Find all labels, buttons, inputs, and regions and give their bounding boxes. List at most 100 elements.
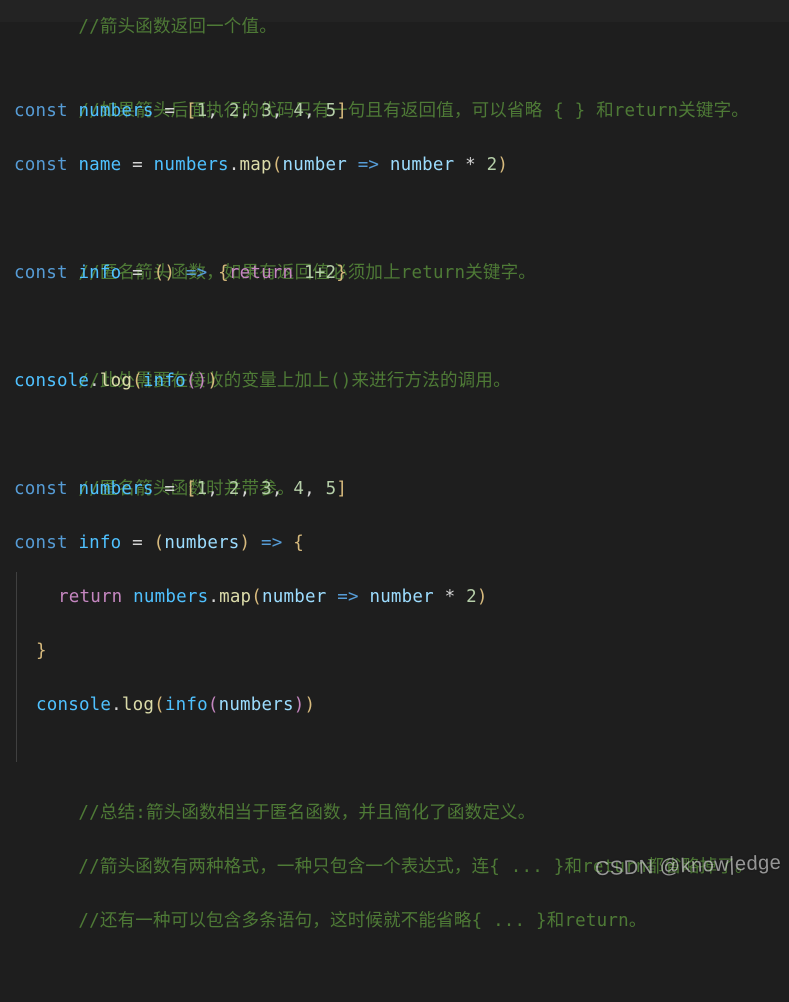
brace-open: {	[293, 533, 305, 553]
identifier-info: info	[78, 263, 122, 283]
comma: ,	[271, 101, 283, 121]
code-line[interactable]: }	[0, 624, 789, 678]
number-literal: 5	[325, 101, 337, 121]
param-number: number	[282, 155, 347, 175]
number-literal: 4	[293, 101, 305, 121]
number-literal: 2	[228, 479, 240, 499]
brace-open: {	[218, 263, 229, 283]
keyword-const: const	[14, 533, 68, 553]
identifier-numbers: numbers	[78, 101, 154, 121]
expression-literal: 1+2	[304, 263, 337, 283]
code-line[interactable]: //箭头函数有两种格式，一种只包含一个表达式，连{ ... }和return都省…	[0, 786, 789, 877]
method-map: map	[239, 155, 272, 175]
comma: ,	[207, 101, 219, 121]
operator-assign: =	[132, 533, 143, 553]
code-line[interactable]: console.log(info(numbers))	[0, 678, 789, 732]
empty-parens: ()	[185, 371, 208, 391]
number-literal: 2	[228, 101, 240, 121]
paren-open: (	[271, 155, 283, 175]
paren-close: )	[476, 587, 488, 607]
keyword-const: const	[14, 101, 68, 121]
number-literal: 3	[261, 479, 272, 499]
param-number: number	[369, 587, 434, 607]
empty-parens: ()	[153, 263, 176, 283]
arrow-token: =>	[357, 155, 380, 175]
code-line[interactable]: //还有一种可以包含多条语句，这时候就不能省略{ ... }和return。	[0, 840, 789, 931]
paren-close-inner: )	[293, 695, 305, 715]
number-literal: 2	[466, 587, 477, 607]
operator-assign: =	[132, 155, 143, 175]
brace-close: }	[336, 263, 347, 283]
comma: ,	[271, 479, 283, 499]
arrow-token: =>	[337, 587, 359, 607]
code-line[interactable]: const info = (numbers) => {	[0, 516, 789, 570]
paren-open: (	[251, 587, 263, 607]
code-content[interactable]: //箭头函数返回一个值。 //如果箭头后面执行的代码只有一句且有返回值，可以省略…	[0, 0, 789, 931]
code-line[interactable]: //匿名箭头函数时并带参。	[0, 408, 789, 499]
comma: ,	[239, 101, 251, 121]
param-number: number	[389, 155, 455, 175]
identifier-info: info	[142, 371, 186, 391]
bracket-close: ]	[336, 101, 348, 121]
number-literal: 5	[325, 479, 337, 499]
method-map: map	[219, 587, 252, 607]
keyword-return: return	[58, 587, 123, 607]
operator-assign: =	[132, 263, 143, 283]
paren-close: )	[497, 155, 509, 175]
bracket-open: [	[185, 101, 197, 121]
param-numbers: numbers	[164, 533, 240, 553]
code-line[interactable]: //总结:箭头函数相当于匿名函数，并且简化了函数定义。	[0, 732, 789, 823]
comma: ,	[304, 101, 315, 121]
comma: ,	[207, 479, 219, 499]
code-line[interactable]: return numbers.map(number => number * 2)	[0, 570, 789, 624]
code-line[interactable]: const name = numbers.map(number => numbe…	[0, 138, 789, 192]
paren-close: )	[239, 533, 251, 553]
param-number: number	[262, 587, 327, 607]
dot: .	[228, 155, 240, 175]
brace-close: }	[36, 641, 47, 661]
code-line[interactable]: //匿名箭头函数，如果有返回值必须加上return关键字。	[0, 192, 789, 283]
bracket-open: [	[185, 479, 197, 499]
dot: .	[111, 695, 122, 715]
identifier-numbers: numbers	[133, 587, 209, 607]
number-literal: 3	[261, 101, 272, 121]
dot: .	[89, 371, 100, 391]
paren-open: (	[132, 371, 143, 391]
number-literal: 1	[196, 101, 208, 121]
identifier-numbers: numbers	[218, 695, 294, 715]
comma: ,	[239, 479, 251, 499]
code-line[interactable]: console.log(info())	[0, 354, 789, 408]
code-line[interactable]: //箭头函数返回一个值。	[0, 0, 789, 36]
operator-multiply: *	[465, 155, 476, 175]
paren-open-inner: (	[207, 695, 219, 715]
method-log: log	[99, 371, 133, 391]
code-line[interactable]: //如果箭头后面执行的代码只有一句且有返回值，可以省略 { } 和return关…	[0, 30, 789, 121]
code-line[interactable]: const info = () => {return 1+2}	[0, 246, 789, 300]
comment-text: //还有一种可以包含多条语句，这时候就不能省略{ ... }和return。	[78, 911, 647, 931]
operator-assign: =	[164, 479, 176, 499]
identifier-name: name	[78, 155, 122, 175]
number-literal: 1	[196, 479, 208, 499]
bracket-close: ]	[336, 479, 348, 499]
arrow-token: =>	[185, 263, 208, 283]
keyword-return: return	[228, 263, 294, 283]
comma: ,	[304, 479, 315, 499]
code-line[interactable]: const numbers = [1, 2, 3, 4, 5]	[0, 462, 789, 516]
identifier-console: console	[14, 371, 90, 391]
identifier-numbers: numbers	[153, 155, 229, 175]
code-line[interactable]: //此处需要在接收的变量上加上()来进行方法的调用。	[0, 300, 789, 391]
identifier-console: console	[36, 695, 112, 715]
operator-multiply: *	[444, 587, 456, 607]
dot: .	[208, 587, 220, 607]
identifier-info: info	[164, 695, 208, 715]
code-editor-view[interactable]: //箭头函数返回一个值。 //如果箭头后面执行的代码只有一句且有返回值，可以省略…	[0, 0, 789, 931]
number-literal: 2	[486, 155, 498, 175]
identifier-numbers: numbers	[78, 479, 154, 499]
keyword-const: const	[14, 155, 68, 175]
paren-close: )	[304, 695, 316, 715]
method-log: log	[121, 695, 155, 715]
operator-assign: =	[164, 101, 176, 121]
code-line[interactable]: const numbers = [1, 2, 3, 4, 5]	[0, 84, 789, 138]
keyword-const: const	[14, 263, 68, 283]
identifier-info: info	[78, 533, 122, 553]
